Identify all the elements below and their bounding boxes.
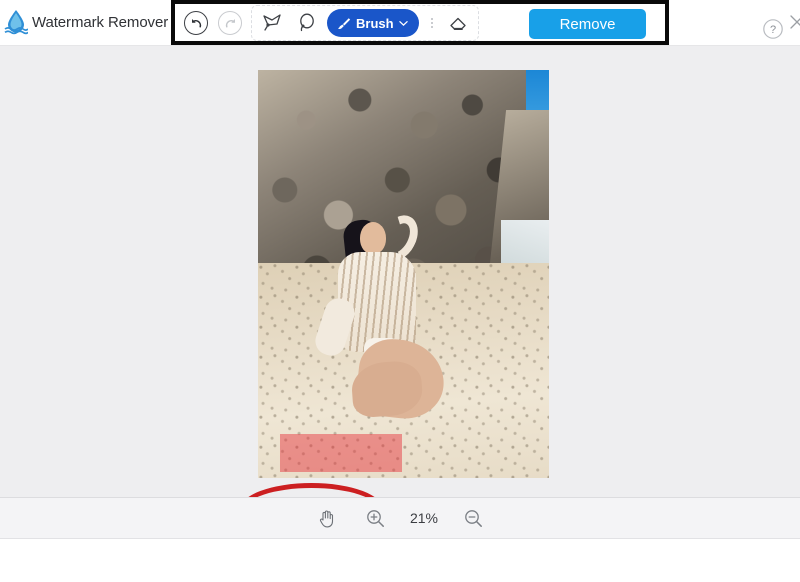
brush-tool-label: Brush <box>356 15 394 31</box>
source-image[interactable] <box>258 70 549 478</box>
brand-name: Watermark Remover <box>32 13 169 31</box>
lasso-icon <box>300 13 314 32</box>
zoom-level-label: 21% <box>409 510 439 526</box>
zoom-out-button[interactable] <box>456 501 490 535</box>
more-options-icon[interactable] <box>425 18 439 28</box>
watermark-remover-window: Watermark Remover Brush Remove ? 21% <box>0 0 800 582</box>
brush-icon <box>338 17 351 29</box>
eraser-icon <box>449 17 466 30</box>
footer-bar: New Image Crop & Save Save <box>0 539 800 582</box>
top-toolbar: Watermark Remover Brush Remove ? <box>0 0 800 46</box>
remove-button[interactable]: Remove <box>529 9 646 39</box>
svg-text:?: ? <box>770 24 776 36</box>
close-icon <box>790 15 800 29</box>
redo-icon <box>218 11 242 35</box>
brush-tool-button[interactable]: Brush <box>327 9 419 37</box>
undo-button[interactable] <box>179 6 213 40</box>
help-button[interactable]: ? <box>756 12 790 46</box>
zoom-toolbar: 21% <box>0 497 800 539</box>
help-circle-icon: ? <box>763 19 783 39</box>
lasso-tool-button[interactable] <box>289 6 323 40</box>
brand: Watermark Remover <box>4 9 168 35</box>
close-button[interactable] <box>788 13 800 31</box>
zoom-out-icon <box>464 509 482 527</box>
zoom-in-icon <box>366 509 384 527</box>
editor-canvas[interactable] <box>0 46 800 538</box>
polygonal-lasso-icon <box>263 14 281 31</box>
image-person <box>311 208 448 423</box>
editing-tools-cluster: Brush <box>179 5 479 41</box>
redo-button[interactable] <box>213 6 247 40</box>
chevron-down-icon <box>398 20 408 26</box>
polygonal-lasso-tool-button[interactable] <box>255 6 289 40</box>
water-drop-icon <box>4 9 28 35</box>
brush-selection-mask[interactable] <box>280 434 402 472</box>
zoom-in-button[interactable] <box>358 501 392 535</box>
eraser-tool-button[interactable] <box>441 6 475 40</box>
undo-icon <box>184 11 208 35</box>
person-head <box>360 222 386 254</box>
selection-tools-group: Brush <box>251 5 479 41</box>
remove-button-label: Remove <box>559 15 616 33</box>
hand-tool-button[interactable] <box>310 501 344 535</box>
hand-icon <box>319 510 334 527</box>
